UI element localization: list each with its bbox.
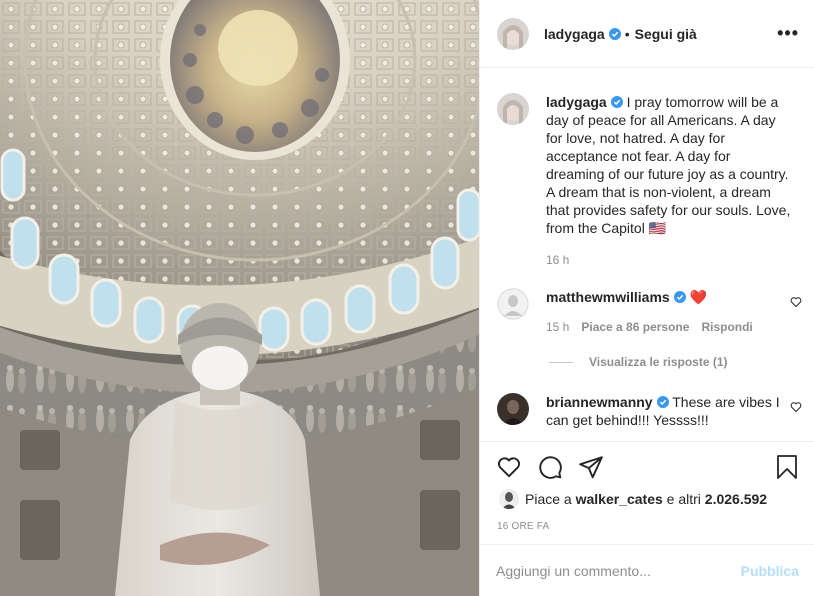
likes-count[interactable]: 2.026.592 bbox=[705, 491, 767, 507]
comment-input[interactable] bbox=[496, 562, 741, 579]
comments-list: ladygaga I pray tomorrow will be a day o… bbox=[480, 69, 814, 441]
caption: ladygaga I pray tomorrow will be a day o… bbox=[497, 93, 802, 269]
comment-username[interactable]: briannewmanny bbox=[546, 394, 653, 410]
separator-dot: • bbox=[624, 25, 630, 42]
bookmark-icon[interactable] bbox=[775, 454, 799, 480]
caption-time[interactable]: 16 h bbox=[546, 253, 569, 267]
heart-icon[interactable] bbox=[496, 454, 522, 480]
paper-plane-icon[interactable] bbox=[578, 454, 604, 480]
replies-divider bbox=[549, 361, 573, 363]
comment-item: matthewmwilliams ❤️ 15 h Piace a 86 perso… bbox=[497, 288, 802, 336]
post-photo[interactable] bbox=[0, 0, 479, 596]
verified-badge-icon bbox=[673, 291, 686, 303]
commenter-avatar[interactable] bbox=[497, 393, 529, 425]
view-replies-label: Visualizza le risposte (1) bbox=[589, 355, 728, 369]
comment-like-heart-icon[interactable] bbox=[790, 401, 802, 413]
caption-text: I pray tomorrow will be a day of peace f… bbox=[546, 94, 791, 236]
comment-like-heart-icon[interactable] bbox=[790, 296, 802, 308]
verified-badge-icon bbox=[656, 396, 669, 408]
reply-button[interactable]: Rispondi bbox=[701, 320, 752, 334]
caption-avatar[interactable] bbox=[497, 93, 529, 125]
following-button[interactable]: Segui già bbox=[635, 26, 697, 42]
more-dots-icon[interactable]: ••• bbox=[777, 23, 799, 44]
comment-item: briannewmanny These are vibes I can get … bbox=[497, 393, 802, 429]
likes-summary[interactable]: Piace a walker_cates e altri 2.026.592 bbox=[499, 489, 767, 509]
caption-username[interactable]: ladygaga bbox=[546, 94, 607, 110]
post-panel: ladygaga • Segui già ••• ladygaga I pray… bbox=[479, 0, 814, 596]
author-avatar[interactable] bbox=[497, 17, 529, 50]
comment-likes[interactable]: Piace a 86 persone bbox=[581, 320, 689, 334]
post-date[interactable]: 16 ORE FA bbox=[497, 521, 549, 532]
add-comment-bar: Pubblica bbox=[480, 544, 814, 596]
publish-button[interactable]: Pubblica bbox=[741, 563, 799, 579]
likes-prefix: Piace a bbox=[525, 491, 572, 507]
author-username[interactable]: ladygaga bbox=[544, 26, 605, 42]
commenter-avatar[interactable] bbox=[497, 288, 529, 320]
verified-badge-icon bbox=[610, 96, 623, 108]
comment-time[interactable]: 15 h bbox=[546, 320, 569, 334]
liker-avatar bbox=[499, 489, 519, 509]
likes-user[interactable]: walker_cates bbox=[576, 491, 663, 507]
view-replies-button[interactable]: Visualizza le risposte (1) bbox=[549, 355, 728, 369]
comment-text: ❤️ bbox=[689, 289, 708, 305]
comment-username[interactable]: matthewmwilliams bbox=[546, 289, 670, 305]
post-actions: Piace a walker_cates e altri 2.026.592 1… bbox=[480, 441, 814, 543]
likes-mid: e altri bbox=[666, 491, 701, 507]
verified-badge-icon bbox=[608, 27, 621, 40]
post-header: ladygaga • Segui già ••• bbox=[480, 0, 814, 68]
comment-icon[interactable] bbox=[537, 454, 563, 480]
